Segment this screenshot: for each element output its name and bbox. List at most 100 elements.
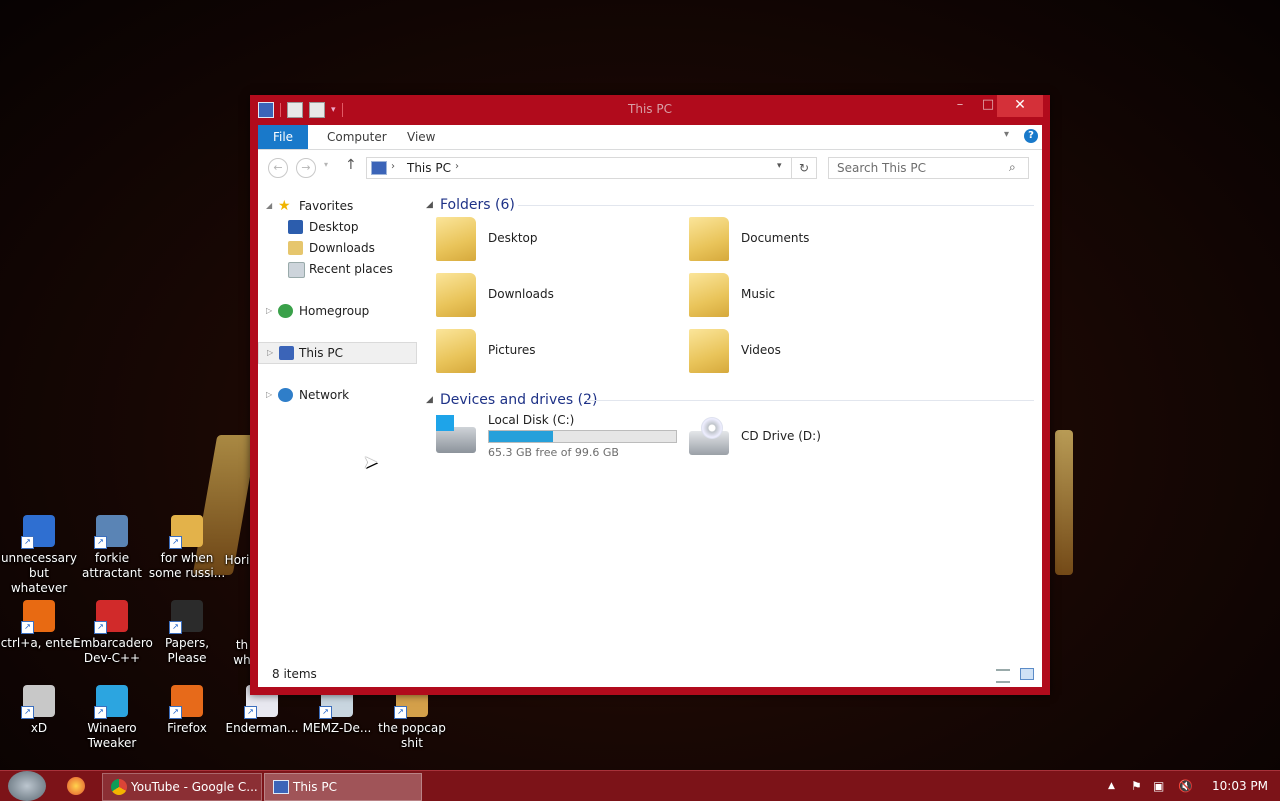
- breadcrumb-separator-icon[interactable]: ›: [391, 161, 395, 172]
- minimize-button[interactable]: –: [946, 95, 974, 117]
- ribbon-tabs: File Computer View ▾ ?: [258, 125, 1042, 150]
- desktop-icon-item[interactable]: ↗ unnecessary but whatever: [0, 515, 78, 596]
- nav-favorites-downloads[interactable]: Downloads: [258, 238, 415, 258]
- window-client: File Computer View ▾ ? ← → ▾ ↑ › This PC…: [258, 125, 1042, 687]
- desktop-icon-item[interactable]: ↗ Papers, Please: [148, 600, 226, 666]
- desktop-icon-label: Dev-C++: [83, 651, 141, 665]
- collapse-icon[interactable]: ◢: [426, 390, 433, 410]
- details-view-icon[interactable]: [996, 669, 1010, 683]
- folder-label: Desktop: [488, 231, 538, 245]
- title-bar[interactable]: ▾ This PC – □ ✕: [250, 95, 1050, 125]
- videos-folder-icon: [689, 329, 729, 373]
- drive-c-usage-bar: [488, 430, 677, 443]
- nav-recent-label: Recent places: [309, 262, 393, 276]
- search-input[interactable]: Search This PC ⌕: [828, 157, 1029, 179]
- expand-icon[interactable]: ▷: [267, 343, 273, 363]
- nav-favorites[interactable]: ◢ ★ Favorites: [258, 196, 415, 216]
- shortcut-arrow-icon: ↗: [169, 536, 182, 549]
- chrome-icon: [111, 779, 127, 795]
- desktop-icon-label: forkie: [94, 551, 130, 565]
- desktop-icon-item[interactable]: ↗ Winaero Tweaker: [73, 685, 151, 751]
- collapse-icon[interactable]: ◢: [426, 195, 433, 215]
- taskbar-chrome[interactable]: YouTube - Google C...: [102, 773, 262, 801]
- network-tray-icon[interactable]: ▣: [1153, 771, 1164, 801]
- firefox-icon[interactable]: [67, 777, 85, 795]
- ribbon-expand-icon[interactable]: ▾: [1004, 129, 1009, 140]
- desktop-icon-item[interactable]: ↗ Embarcadero Dev-C++: [73, 600, 153, 666]
- taskbar-explorer[interactable]: This PC: [264, 773, 422, 801]
- wallpaper-marquee-right: [1055, 430, 1073, 575]
- nav-desktop-label: Desktop: [309, 220, 359, 234]
- desktop-icon-item[interactable]: ↗ xD: [0, 685, 78, 736]
- xd-icon: ↗: [21, 685, 55, 719]
- winaero-icon: ↗: [94, 685, 128, 719]
- breadcrumb-separator-icon[interactable]: ›: [455, 161, 459, 172]
- group-drives-title: Devices and drives (2): [440, 392, 598, 408]
- action-center-flag-icon[interactable]: ⚑: [1131, 771, 1142, 801]
- item-count: 8 items: [272, 667, 317, 681]
- tab-file[interactable]: File: [258, 125, 308, 149]
- volume-muted-icon[interactable]: 🔇: [1178, 771, 1193, 801]
- desktop-icon-item[interactable]: ↗ for when some russi...: [148, 515, 226, 581]
- hard-drive-icon: [436, 415, 476, 453]
- drive-c[interactable]: Local Disk (C:) 65.3 GB free of 99.6 GB: [436, 413, 677, 461]
- folder-tile[interactable]: Pictures: [436, 327, 666, 375]
- collapse-icon[interactable]: ◢: [266, 196, 272, 216]
- desktop-icon-label: MEMZ-De...: [302, 721, 372, 735]
- desktop-icon-item[interactable]: ↗ forkie attractant: [73, 515, 151, 581]
- forward-button[interactable]: →: [296, 158, 316, 178]
- up-button[interactable]: ↑: [345, 157, 357, 173]
- desktop-icon-label: xD: [30, 721, 48, 735]
- back-button[interactable]: ←: [268, 158, 288, 178]
- desktop-icon-item[interactable]: ↗ ctrl+a, enter: [0, 600, 78, 651]
- settings-program-icon: ↗: [94, 515, 128, 549]
- downloads-folder-icon: [436, 273, 476, 317]
- desktop-icon-item[interactable]: ↗ Firefox: [148, 685, 226, 736]
- breadcrumb-this-pc[interactable]: This PC: [407, 161, 451, 175]
- group-drives-header[interactable]: ◢ Devices and drives (2): [426, 390, 597, 410]
- expand-icon[interactable]: ▷: [266, 385, 272, 405]
- explorer-window: ▾ This PC – □ ✕ File Computer View ▾ ? ←…: [250, 95, 1050, 695]
- shortcut-arrow-icon: ↗: [21, 706, 34, 719]
- desktop-icon-label: ctrl+a, enter: [0, 636, 78, 650]
- tab-computer[interactable]: Computer: [317, 125, 397, 149]
- address-bar[interactable]: › This PC › ▾ ↻: [366, 157, 817, 179]
- nav-favorites-desktop[interactable]: Desktop: [258, 217, 415, 237]
- desktop-icon-label: Firefox: [167, 721, 207, 735]
- tray-overflow-icon[interactable]: ▲: [1108, 771, 1115, 801]
- search-icon: ⌕: [1009, 160, 1016, 174]
- partial-icon-label[interactable]: Hori: [222, 553, 252, 568]
- folder-tile[interactable]: Desktop: [436, 215, 666, 263]
- nav-network[interactable]: ▷ Network: [258, 385, 415, 405]
- folder-tile[interactable]: Music: [689, 271, 919, 319]
- nav-favorites-recent[interactable]: Recent places: [258, 259, 415, 279]
- close-button[interactable]: ✕: [997, 95, 1043, 117]
- nav-homegroup[interactable]: ▷ Homegroup: [258, 301, 415, 321]
- folder-label: Pictures: [488, 343, 536, 357]
- clock[interactable]: 10:03 PM: [1212, 771, 1268, 801]
- start-button[interactable]: [8, 771, 46, 801]
- expand-icon[interactable]: ▷: [266, 301, 272, 321]
- desktop-icon-label: Enderman...: [225, 721, 299, 735]
- recent-locations-icon[interactable]: ▾: [324, 160, 328, 169]
- help-shortcut-icon: ↗: [21, 515, 55, 549]
- large-icons-view-icon[interactable]: [1020, 668, 1034, 680]
- desktop-icon-label: Embarcadero: [73, 636, 153, 650]
- this-pc-icon: [371, 161, 387, 175]
- tab-view[interactable]: View: [397, 125, 445, 149]
- desktop-icon-label: the popcap: [378, 721, 446, 735]
- group-folders-header[interactable]: ◢ Folders (6): [426, 195, 515, 215]
- folder-tile[interactable]: Downloads: [436, 271, 666, 319]
- shortcut-arrow-icon: ↗: [169, 706, 182, 719]
- firefox-icon: ↗: [169, 685, 203, 719]
- refresh-button[interactable]: ↻: [791, 158, 816, 178]
- address-dropdown-icon[interactable]: ▾: [777, 161, 782, 171]
- drive-d[interactable]: CD Drive (D:): [689, 413, 919, 461]
- folder-tile[interactable]: Documents: [689, 215, 919, 263]
- downloads-icon: [288, 241, 303, 255]
- navigation-pane: ◢ ★ Favorites Desktop Downloads Recent p…: [258, 195, 418, 645]
- help-icon[interactable]: ?: [1024, 129, 1038, 143]
- folder-tile[interactable]: Videos: [689, 327, 919, 375]
- folder-label: Videos: [741, 343, 781, 357]
- nav-this-pc[interactable]: ▷ This PC: [258, 342, 417, 364]
